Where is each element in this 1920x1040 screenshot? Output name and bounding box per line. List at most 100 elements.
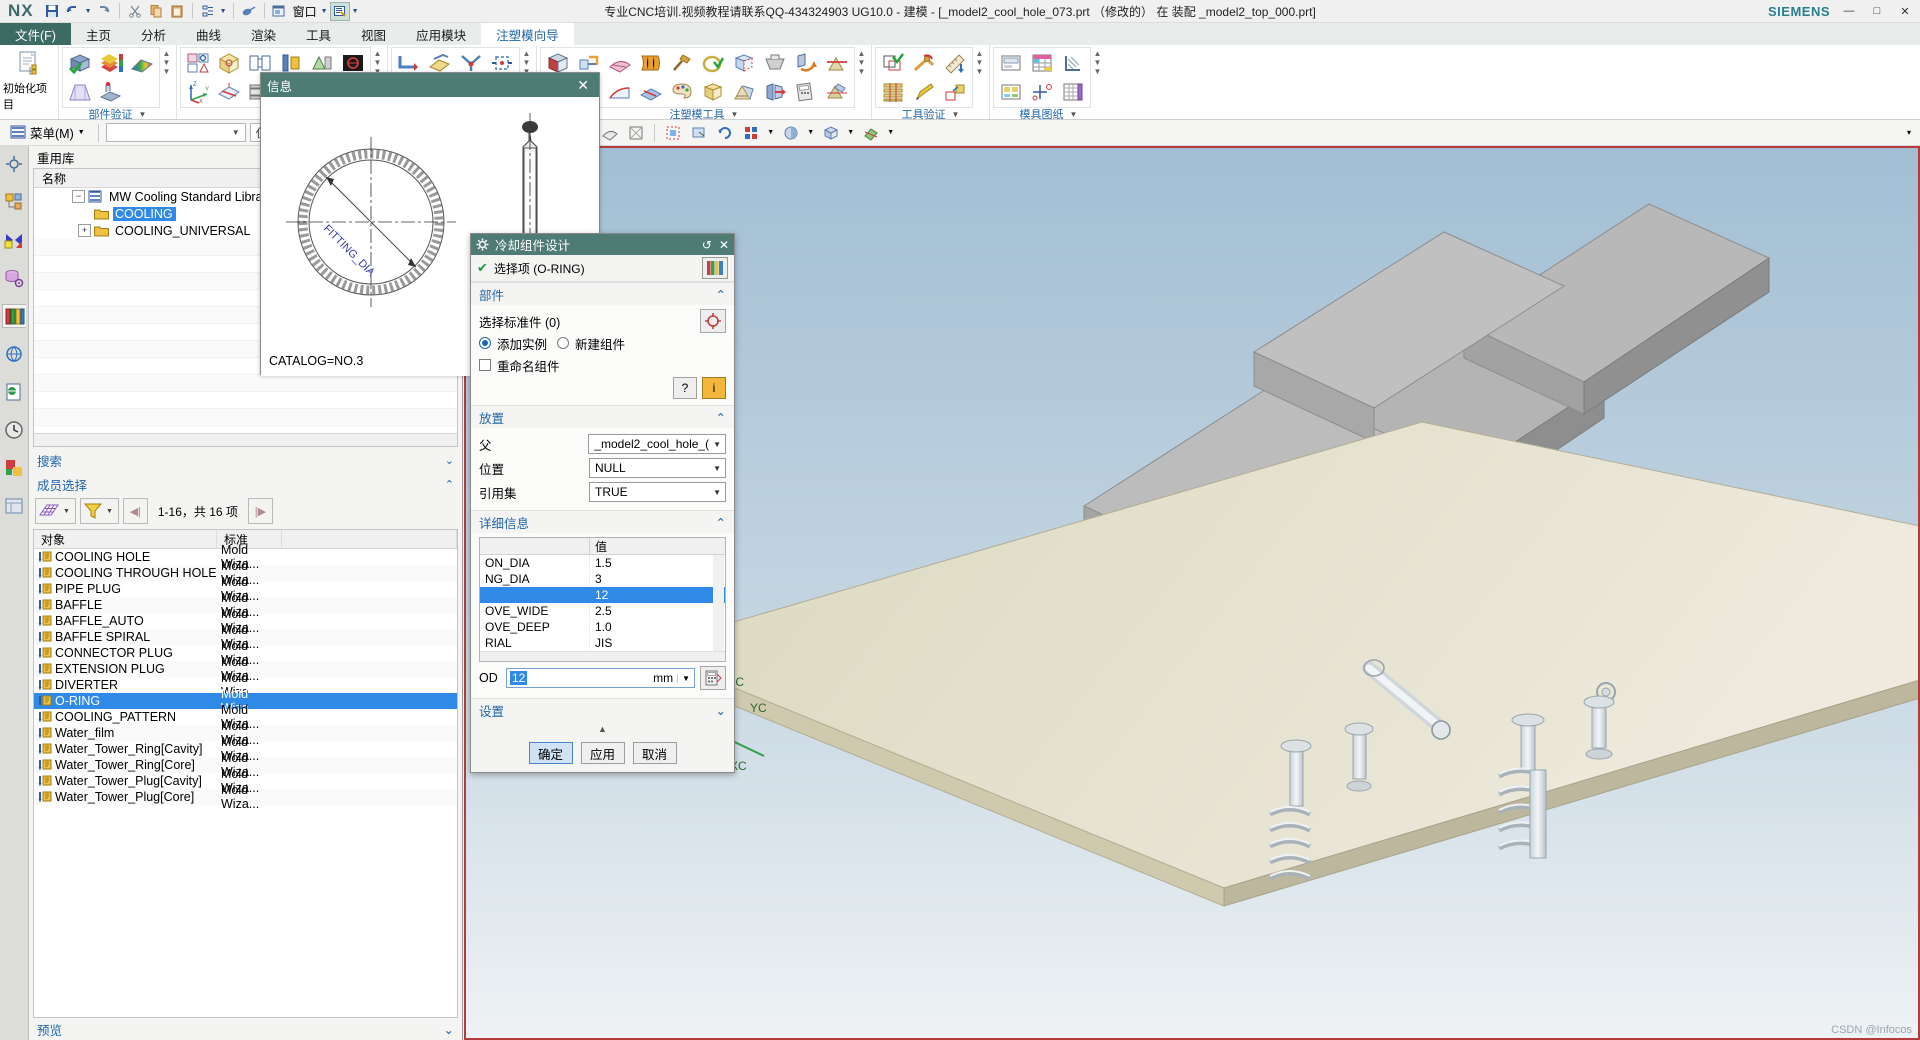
view-icon[interactable]: [820, 122, 842, 144]
info-button[interactable]: i: [702, 377, 726, 399]
part-navigator-icon[interactable]: [2, 266, 26, 290]
placement-refset-combo[interactable]: TRUE ▼: [589, 482, 726, 502]
close-button[interactable]: ✕: [1896, 5, 1914, 18]
ok-button[interactable]: 确定: [528, 742, 573, 764]
preview-chevron-down-icon[interactable]: ⌄: [444, 1022, 454, 1037]
column-header-extra[interactable]: [282, 530, 457, 548]
eraser-icon[interactable]: [239, 2, 259, 21]
details-row[interactable]: RIAL JIS: [480, 635, 725, 651]
toolbar-overflow-icon[interactable]: ▾: [1898, 122, 1920, 144]
close-icon[interactable]: ✕: [573, 77, 593, 94]
copy-icon[interactable]: [146, 2, 166, 21]
section-icon[interactable]: [860, 122, 882, 144]
tab-file[interactable]: 文件(F): [0, 23, 71, 45]
section-details-header[interactable]: 详细信息 ⌃: [471, 511, 734, 533]
section-placement-header[interactable]: 放置 ⌃: [471, 406, 734, 428]
tool-validation-scroller[interactable]: ▲ ▼ ▼: [973, 47, 986, 78]
section-settings-header[interactable]: 设置 ⌄: [471, 699, 734, 721]
dialog-close-icon[interactable]: ✕: [719, 238, 729, 252]
tab-render[interactable]: 渲染: [236, 23, 291, 45]
render-dropdown-icon[interactable]: ▼: [806, 122, 816, 144]
member-select-header[interactable]: 成员选择 ⌃: [29, 473, 462, 495]
minimize-button[interactable]: —: [1840, 5, 1858, 17]
init-project-button[interactable]: 初始化项目: [3, 47, 55, 112]
draft-analysis-icon[interactable]: [65, 78, 95, 106]
selection-filter-combo[interactable]: ▼: [105, 123, 246, 142]
mold-wizard-nav-icon[interactable]: [2, 494, 26, 518]
details-table[interactable]: 值 ON_DIA 1.5 NG_DIA 3 12 OVE_WIDE 2.5 OVE_DEEP 1…: [479, 537, 726, 662]
dialog-collapse-icon[interactable]: ▲: [471, 724, 734, 736]
apply-button[interactable]: 应用: [580, 742, 625, 764]
edge-patch-icon[interactable]: [636, 78, 666, 106]
window-menu-label[interactable]: 窗口: [291, 3, 319, 20]
section-part-chevron-icon[interactable]: ⌃: [716, 287, 726, 302]
zoom-fit-icon[interactable]: [662, 122, 684, 144]
mold-drawing-scroller[interactable]: ▲ ▼ ▼: [1091, 47, 1104, 78]
workpiece-icon[interactable]: [214, 49, 244, 77]
measure-icon[interactable]: [940, 49, 970, 77]
history-icon[interactable]: [2, 418, 26, 442]
repair-hammer-icon[interactable]: [667, 49, 697, 77]
reuse-library-icon[interactable]: [2, 304, 26, 328]
cooling-component-design-dialog[interactable]: 冷却组件设计 ↺ ✕ ✔ 选择项 (O-RING) 部件 ⌃ 选择标准件 (0): [470, 233, 735, 773]
tabulated-drawing-icon[interactable]: [1058, 78, 1088, 106]
view-mode-arrow-icon[interactable]: ▼: [60, 508, 73, 515]
check-box-icon[interactable]: [65, 49, 95, 77]
placement-parent-arrow-icon[interactable]: ▼: [709, 440, 725, 449]
hd3d-tools-icon[interactable]: [2, 342, 26, 366]
web-browser-icon[interactable]: [2, 380, 26, 404]
chevron-down-icon[interactable]: ⌄: [445, 454, 454, 467]
system-scene-icon[interactable]: [2, 152, 26, 176]
assembly-drawing-icon[interactable]: [996, 49, 1026, 77]
details-row[interactable]: 12: [480, 587, 725, 603]
redo-icon[interactable]: [94, 2, 114, 21]
library-tree-hscrollbar[interactable]: [34, 433, 457, 446]
placement-position-combo[interactable]: NULL ▼: [589, 458, 726, 478]
checkbox-rename-component[interactable]: [479, 359, 491, 371]
details-row[interactable]: OVE_DEEP 1.0: [480, 619, 725, 635]
snap-quadrant-icon[interactable]: [625, 122, 647, 144]
parting-icon[interactable]: [214, 78, 244, 106]
style-dropdown-icon[interactable]: ▼: [766, 122, 776, 144]
view-mode-button[interactable]: ▼: [35, 498, 76, 524]
section-settings-chevron-icon[interactable]: ⌄: [716, 703, 726, 718]
section-pattern-icon[interactable]: [1058, 49, 1088, 77]
selection-filter-arrow-icon[interactable]: ▼: [229, 128, 243, 137]
trim-body-icon[interactable]: [822, 49, 852, 77]
box-frame-icon[interactable]: [698, 78, 728, 106]
filter-button[interactable]: ▼: [79, 498, 119, 524]
constraint-navigator-icon[interactable]: [2, 228, 26, 252]
cut-icon[interactable]: [125, 2, 145, 21]
preview-section-header[interactable]: 预览 ⌄: [29, 1018, 462, 1040]
paint-palette-icon[interactable]: [667, 78, 697, 106]
window-icon[interactable]: [270, 2, 290, 21]
palette-icon[interactable]: [2, 456, 26, 480]
mold-layout-icon[interactable]: [183, 49, 213, 77]
mold-tools-scroller[interactable]: ▲ ▼ ▼: [855, 47, 868, 78]
radio-new-component[interactable]: [557, 337, 570, 349]
view-dropdown-icon[interactable]: ▼: [846, 122, 856, 144]
placement-position-arrow-icon[interactable]: ▼: [709, 464, 725, 473]
window-menu-arrow-icon[interactable]: ▼: [320, 2, 329, 21]
undo-dropdown-icon[interactable]: ▼: [84, 2, 93, 21]
sheet-trim-icon[interactable]: [605, 78, 635, 106]
help-button[interactable]: ?: [673, 377, 697, 399]
mold-flow-icon[interactable]: [96, 78, 126, 106]
rotate-check-icon[interactable]: [909, 49, 939, 77]
maximize-button[interactable]: □: [1868, 5, 1886, 17]
mold-stack-icon[interactable]: [878, 78, 908, 106]
value-field-input[interactable]: 12 mm ▼: [506, 668, 695, 688]
check-geometry-icon[interactable]: [878, 49, 908, 77]
list-icon[interactable]: [198, 2, 218, 21]
role-dropdown-icon[interactable]: ▼: [351, 2, 360, 21]
pocket-icon[interactable]: [760, 49, 790, 77]
tab-tools[interactable]: 工具: [291, 23, 346, 45]
column-header-object[interactable]: 对象: [34, 530, 217, 548]
wedge-icon[interactable]: [729, 78, 759, 106]
prev-page-button[interactable]: ◀|: [122, 498, 148, 524]
swap-icon[interactable]: [791, 49, 821, 77]
csys-icon[interactable]: Z Y X: [183, 78, 213, 106]
next-page-button[interactable]: |▶: [247, 498, 273, 524]
assembly-navigator-icon[interactable]: [2, 190, 26, 214]
transfer-icon[interactable]: [940, 78, 970, 106]
